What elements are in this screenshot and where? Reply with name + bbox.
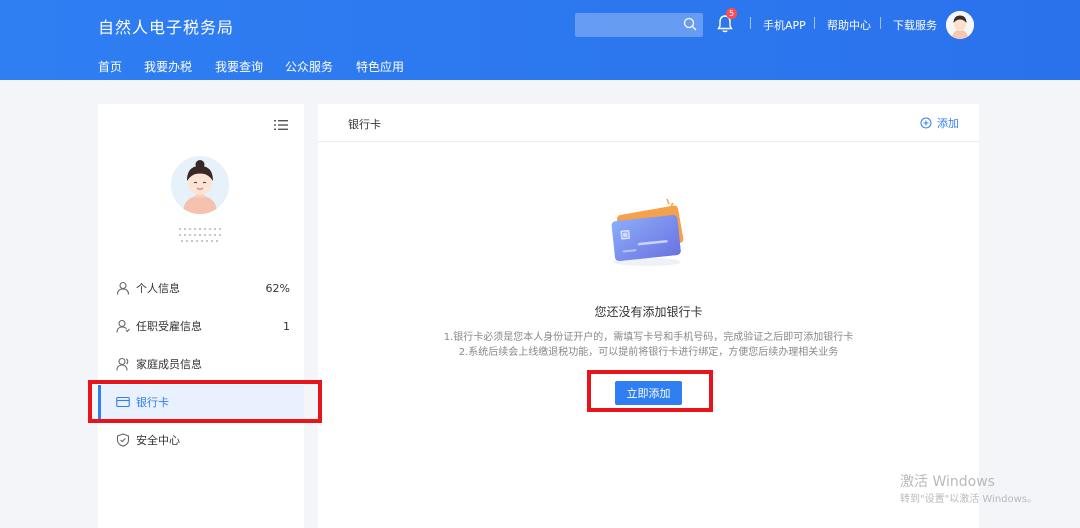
empty-state-description-1: 1.银行卡必须是您本人身份证开户的，需填写卡号和手机号码，完成验证之后即可添加银…: [443, 332, 854, 343]
shield-icon: [116, 433, 130, 447]
nav-query[interactable]: 我要查询: [215, 58, 263, 75]
sidebar-item-label: 安全中心: [136, 434, 180, 447]
windows-activation-hint: 转到"设置"以激活 Windows。: [900, 494, 1038, 505]
sidebar-item-security-center[interactable]: 安全中心: [98, 423, 304, 457]
add-bank-card-link[interactable]: 添加: [920, 115, 959, 131]
user-icon: [116, 281, 130, 295]
sidebar: 个人信息 62% 任职受雇信息 1 家庭成员信息 银行卡 安全中心: [98, 104, 304, 528]
add-link-label: 添加: [937, 117, 959, 130]
sidebar-item-employment-info[interactable]: 任职受雇信息 1: [98, 309, 304, 343]
annotation-box-button: [587, 370, 713, 412]
header-divider: [814, 17, 815, 29]
windows-activation-watermark: 激活 Windows: [900, 474, 995, 490]
header-divider: [750, 17, 751, 29]
help-center-link[interactable]: 帮助中心: [827, 17, 871, 33]
annotation-box-sidebar: [88, 380, 322, 423]
bank-card-illustration: [611, 198, 684, 266]
sidebar-item-family-info[interactable]: 家庭成员信息: [98, 347, 304, 381]
sidebar-item-label: 个人信息: [136, 282, 180, 295]
search-input[interactable]: [575, 13, 703, 37]
header-divider: [880, 17, 881, 29]
site-title[interactable]: 自然人电子税务局: [98, 14, 234, 38]
empty-state-title: 您还没有添加银行卡: [594, 305, 703, 319]
sidebar-item-label: 任职受雇信息: [136, 320, 202, 333]
sidebar-item-label: 家庭成员信息: [136, 358, 202, 371]
avatar-image: [171, 156, 229, 214]
top-header: 自然人电子税务局 5 手机APP 帮助中心 下载服务 首页 我要办税 我要查询 …: [0, 0, 1080, 80]
sidebar-item-personal-info[interactable]: 个人信息 62%: [98, 271, 304, 305]
bank-card-panel: 银行卡 添加 您还没有添加银行卡 1.银行卡必须是您本人身份证开户的，需填写卡号…: [318, 104, 979, 528]
nav-public-service[interactable]: 公众服务: [285, 58, 333, 75]
employee-icon: [116, 319, 130, 333]
mobile-app-link[interactable]: 手机APP: [763, 17, 806, 33]
family-icon: [116, 357, 129, 371]
completion-percent: 62%: [265, 281, 290, 295]
avatar-image: [946, 11, 974, 39]
nav-home[interactable]: 首页: [98, 58, 122, 75]
employment-count: 1: [283, 319, 290, 333]
nav-tax-handling[interactable]: 我要办税: [144, 58, 192, 75]
masked-username: [179, 228, 221, 242]
user-avatar[interactable]: [946, 11, 974, 39]
profile-avatar: [171, 156, 229, 214]
download-service-link[interactable]: 下载服务: [893, 17, 937, 33]
panel-header: 银行卡 添加: [318, 104, 979, 142]
search-icon[interactable]: [683, 17, 697, 31]
nav-featured-apps[interactable]: 特色应用: [356, 58, 404, 75]
notification-badge: 5: [726, 8, 737, 19]
plus-circle-icon: [920, 117, 932, 129]
empty-state-description-2: 2.系统后续会上线缴退税功能，可以提前将银行卡进行绑定，方便您后续办理相关业务: [458, 347, 839, 358]
panel-title: 银行卡: [348, 118, 381, 131]
menu-list-icon[interactable]: [274, 118, 288, 132]
